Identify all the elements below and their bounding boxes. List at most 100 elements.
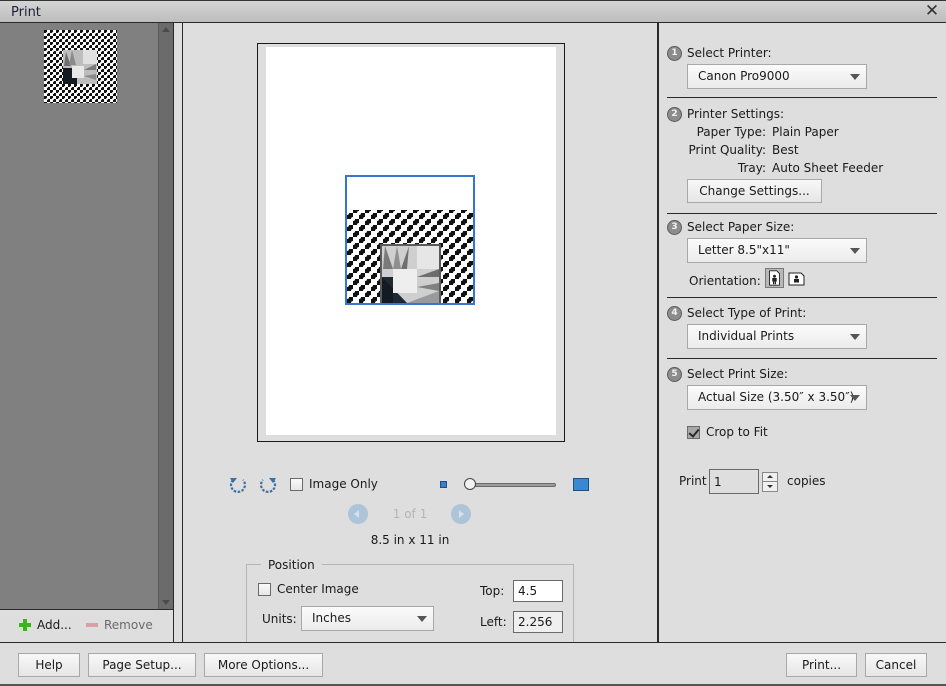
- thumbnail-scrollbar[interactable]: [158, 23, 173, 609]
- printer-select[interactable]: Canon Pro9000: [687, 64, 867, 89]
- step-label: Select Type of Print:: [687, 306, 807, 320]
- zoom-slider[interactable]: [464, 478, 556, 490]
- print-button[interactable]: Print...: [786, 653, 857, 677]
- paper-size-value: Letter 8.5"x11": [698, 243, 790, 257]
- rotate-right-icon[interactable]: [258, 475, 278, 495]
- rotate-left-icon[interactable]: [228, 475, 248, 495]
- chevron-down-icon: [417, 616, 427, 622]
- placed-image[interactable]: [345, 175, 475, 305]
- slider-track: [468, 483, 556, 487]
- units-label: Units:: [262, 612, 297, 626]
- position-legend: Position: [261, 558, 322, 572]
- copies-input[interactable]: [709, 469, 759, 494]
- checkbox[interactable]: [258, 582, 271, 596]
- step-number-icon: 2: [667, 107, 682, 122]
- change-settings-button[interactable]: Change Settings...: [687, 179, 822, 203]
- plus-icon: [19, 619, 31, 631]
- more-options-button[interactable]: More Options...: [204, 653, 323, 677]
- step-label: Printer Settings:: [687, 107, 784, 121]
- copies-stepper[interactable]: [762, 472, 778, 492]
- title-bar: Print ✕: [0, 0, 946, 23]
- step-number-icon: 3: [667, 220, 682, 235]
- print-quality-label: Print Quality:: [688, 143, 766, 157]
- paper-type-label: Paper Type:: [696, 125, 766, 139]
- center-image-label: Center Image: [277, 582, 359, 596]
- checkbox[interactable]: [687, 425, 700, 439]
- units-select[interactable]: Inches: [301, 606, 434, 631]
- step-label: Select Print Size:: [687, 367, 788, 381]
- paper-type-value: Plain Paper: [772, 125, 839, 139]
- image-only-checkbox[interactable]: Image Only: [290, 477, 378, 491]
- print-size-select[interactable]: Actual Size (3.50″ x 3.50″): [687, 385, 867, 410]
- left-input[interactable]: [513, 611, 563, 633]
- close-icon[interactable]: ✕: [923, 2, 941, 20]
- zoom-out-icon[interactable]: [440, 481, 447, 488]
- page-navigator: 1 of 1: [348, 504, 472, 524]
- next-page-button[interactable]: [451, 504, 471, 524]
- printer-value: Canon Pro9000: [698, 69, 790, 83]
- print-quality-value: Best: [772, 143, 799, 157]
- minus-icon: [86, 623, 98, 627]
- step-label: Select Paper Size:: [687, 220, 795, 234]
- crop-to-fit-label: Crop to Fit: [706, 425, 768, 439]
- chevron-down-icon: [850, 395, 860, 401]
- add-label: Add...: [37, 618, 72, 632]
- increment-icon[interactable]: [763, 473, 777, 482]
- checkbox[interactable]: [290, 477, 303, 491]
- left-label: Left:: [480, 615, 507, 629]
- top-input[interactable]: [513, 580, 563, 602]
- thumbnail-actions: Add... Remove: [0, 609, 173, 642]
- chevron-down-icon: [850, 248, 860, 254]
- divider: [667, 358, 937, 359]
- orientation-label: Orientation:: [689, 274, 761, 288]
- divider: [182, 23, 183, 642]
- tray-label: Tray:: [737, 161, 766, 175]
- divider: [667, 213, 937, 214]
- top-label: Top:: [480, 584, 505, 598]
- landscape-orientation-icon[interactable]: [787, 268, 806, 288]
- divider: [173, 23, 174, 642]
- help-button[interactable]: Help: [18, 653, 80, 677]
- units-value: Inches: [312, 611, 351, 625]
- image-thumbnail[interactable]: [44, 30, 117, 103]
- scroll-down-icon[interactable]: [162, 600, 170, 605]
- image-only-label: Image Only: [309, 477, 378, 491]
- print-quality-row: Print Quality: Best: [687, 143, 799, 157]
- zoom-in-icon[interactable]: [573, 478, 589, 491]
- footer: Help Page Setup... More Options... Print…: [0, 642, 946, 686]
- print-type-select[interactable]: Individual Prints: [687, 324, 867, 349]
- paper-size-select[interactable]: Letter 8.5"x11": [687, 238, 867, 263]
- paper-size-text: 8.5 in x 11 in: [370, 533, 450, 547]
- paper-type-row: Paper Type: Plain Paper: [687, 125, 839, 139]
- center-image-checkbox[interactable]: Center Image: [258, 582, 359, 596]
- decrement-icon[interactable]: [763, 482, 777, 491]
- crop-to-fit-checkbox[interactable]: Crop to Fit: [687, 425, 768, 439]
- remove-button[interactable]: Remove: [86, 618, 153, 632]
- print-size-value: Actual Size (3.50″ x 3.50″): [698, 390, 855, 404]
- scroll-up-icon[interactable]: [162, 27, 170, 32]
- portrait-orientation-icon[interactable]: [765, 268, 784, 288]
- copies-prefix: Print: [679, 474, 707, 488]
- page-setup-button[interactable]: Page Setup...: [88, 653, 196, 677]
- print-type-value: Individual Prints: [698, 329, 795, 343]
- cancel-button[interactable]: Cancel: [865, 653, 927, 677]
- divider: [667, 297, 937, 298]
- quilt-image: [347, 177, 473, 303]
- thumbnail-panel: [0, 23, 158, 609]
- copies-suffix: copies: [787, 474, 826, 488]
- chevron-down-icon: [850, 334, 860, 340]
- tray-value: Auto Sheet Feeder: [772, 161, 884, 175]
- tray-row: Tray: Auto Sheet Feeder: [687, 161, 883, 175]
- step-number-icon: 1: [667, 46, 682, 61]
- preview-controls: Image Only: [228, 474, 598, 498]
- step-label: Select Printer:: [687, 46, 772, 60]
- window-title: Print: [11, 5, 41, 20]
- divider: [657, 23, 659, 642]
- position-group: Position Center Image Units: Inches Top:…: [246, 558, 574, 642]
- add-button[interactable]: Add...: [19, 618, 72, 632]
- step-number-icon: 5: [667, 367, 682, 382]
- step-number-icon: 4: [667, 306, 682, 321]
- remove-label: Remove: [104, 618, 153, 632]
- slider-handle[interactable]: [464, 478, 476, 490]
- divider: [667, 97, 937, 98]
